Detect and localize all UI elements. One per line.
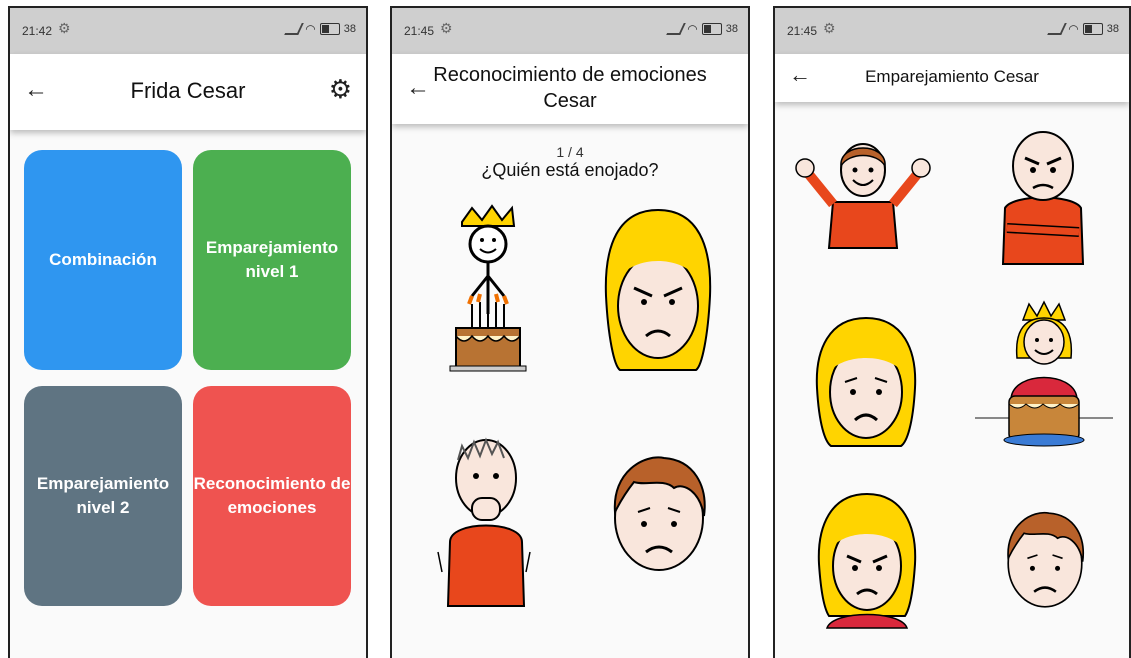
sync-icon: ⚙ bbox=[58, 20, 71, 36]
king-birthday-pictogram[interactable] bbox=[442, 204, 532, 374]
app-bar: ← Frida Cesar ⚙ bbox=[10, 54, 366, 130]
signal-icon bbox=[666, 23, 687, 35]
battery-icon bbox=[1082, 23, 1103, 35]
phone-screen-quiz: 21:45 ⚙ ◠ 38 ← Reconocimiento de emocion… bbox=[390, 6, 750, 658]
status-bar: 21:42 ⚙ ◠ 38 bbox=[10, 8, 366, 54]
sad-boy-pictogram[interactable] bbox=[604, 452, 714, 576]
question-counter: 1 / 4 bbox=[556, 144, 584, 160]
battery-level: 38 bbox=[343, 23, 356, 35]
battery-level: 38 bbox=[725, 23, 738, 35]
happy-boy-pictogram[interactable] bbox=[793, 132, 933, 250]
reconocimiento-emociones-button[interactable]: Reconocimiento de emociones bbox=[193, 386, 351, 606]
angry-girl-pictogram[interactable] bbox=[598, 206, 718, 374]
signal-icon bbox=[1047, 23, 1068, 35]
battery-icon bbox=[701, 23, 722, 35]
app-bar: ← Reconocimiento de emociones Cesar bbox=[392, 54, 748, 124]
phone-screen-menu: 21:42 ⚙ ◠ 38 ← Frida Cesar ⚙ Combinación… bbox=[8, 6, 368, 658]
queen-birthday-pictogram[interactable] bbox=[971, 300, 1117, 448]
combinacion-button[interactable]: Combinación bbox=[24, 150, 182, 370]
signal-icon bbox=[284, 23, 305, 35]
app-bar: ← Emparejamiento Cesar bbox=[775, 54, 1129, 102]
wifi-icon: ◠ bbox=[687, 22, 698, 36]
wifi-icon: ◠ bbox=[305, 22, 316, 36]
angry-man-pictogram[interactable] bbox=[993, 128, 1093, 266]
status-time: 21:45 bbox=[404, 24, 435, 38]
sync-icon: ⚙ bbox=[440, 20, 453, 36]
battery-level: 38 bbox=[1106, 23, 1119, 35]
question-text: ¿Quién está enojado? bbox=[481, 160, 659, 180]
scared-boy-pictogram[interactable] bbox=[436, 432, 536, 608]
emparejamiento-nivel-1-button[interactable]: Emparejamiento nivel 1 bbox=[193, 150, 351, 370]
status-bar: 21:45 ⚙ ◠ 38 bbox=[775, 8, 1129, 54]
settings-gear-icon[interactable]: ⚙ bbox=[329, 74, 352, 105]
page-title: Frida Cesar bbox=[130, 78, 246, 103]
wifi-icon: ◠ bbox=[1068, 22, 1079, 36]
status-time: 21:45 bbox=[787, 24, 818, 38]
sync-icon: ⚙ bbox=[823, 20, 836, 36]
angry-girl-pictogram[interactable] bbox=[813, 490, 921, 630]
sad-girl-pictogram[interactable] bbox=[811, 314, 921, 448]
page-title: Reconocimiento de emociones Cesar bbox=[433, 64, 707, 112]
status-bar: 21:45 ⚙ ◠ 38 bbox=[392, 8, 748, 54]
activity-grid: Combinación Emparejamiento nivel 1 Empar… bbox=[24, 150, 354, 610]
status-time: 21:42 bbox=[22, 24, 53, 38]
sad-boy-pictogram[interactable] bbox=[999, 508, 1091, 612]
emparejamiento-nivel-2-button[interactable]: Emparejamiento nivel 2 bbox=[24, 386, 182, 606]
phone-screen-matching: 21:45 ⚙ ◠ 38 ← Emparejamiento Cesar bbox=[773, 6, 1131, 658]
page-title: Emparejamiento Cesar bbox=[865, 67, 1039, 86]
battery-icon bbox=[319, 23, 340, 35]
